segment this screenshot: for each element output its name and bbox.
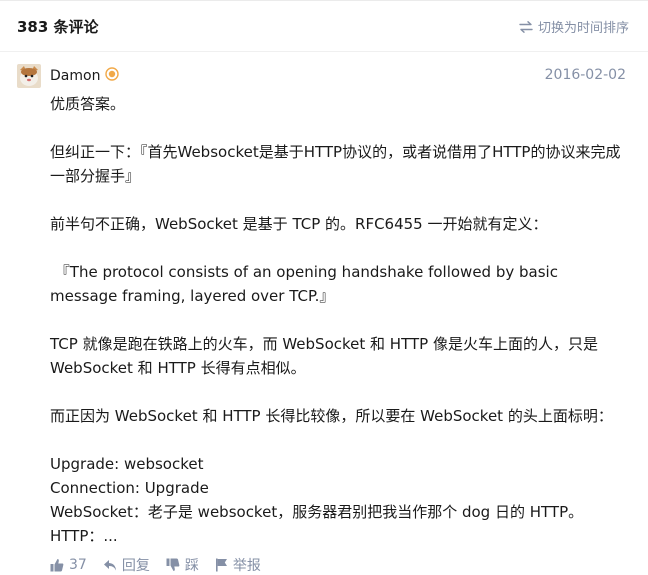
reply-label: 回复 [121, 558, 150, 574]
reply-icon [103, 559, 116, 570]
comment-line: 『The protocol consists of an opening han… [50, 263, 563, 305]
comment-date: 2016-02-02 [544, 67, 626, 83]
sort-toggle-label: 切换为时间排序 [537, 21, 629, 36]
thumbs-up-icon [50, 559, 64, 572]
comment-line: Connection: Upgrade [50, 479, 209, 497]
comment-actions: 37 回复 踩 举报 [50, 555, 277, 575]
comment-line: TCP 就像是跑在铁路上的火车，而 WebSocket 和 HTTP 像是火车上… [50, 335, 603, 377]
reply-button[interactable]: 回复 [103, 555, 150, 575]
comment-count: 383 条评论 [17, 18, 99, 36]
flag-icon [215, 558, 227, 572]
comment-line: HTTP：... [50, 527, 118, 545]
sort-toggle-button[interactable]: 切换为时间排序 [519, 17, 629, 36]
author-name: Damon [50, 68, 101, 84]
comment-line: Upgrade: websocket [50, 455, 204, 473]
report-label: 举报 [232, 558, 261, 574]
medal-icon [105, 67, 120, 85]
comment-line: 前半句不正确，WebSocket 是基于 TCP 的。RFC6455 一开始就有… [50, 215, 548, 233]
switch-icon [519, 20, 533, 33]
dislike-label: 踩 [184, 558, 199, 574]
thumbs-down-icon [166, 558, 180, 571]
comment-body: 优质答案。 但纠正一下：『首先Websocket是基于HTTP协议的，或者说借用… [50, 92, 630, 548]
comment-author[interactable]: Damon [50, 67, 120, 85]
avatar[interactable] [17, 64, 41, 88]
comment-line: WebSocket：老子是 websocket，服务器君别把我当作那个 dog … [50, 503, 584, 521]
comment-line: 优质答案。 [50, 95, 126, 113]
report-button[interactable]: 举报 [215, 555, 261, 575]
comment-line: 而正因为 WebSocket 和 HTTP 长得比较像，所以要在 WebSock… [50, 407, 613, 425]
comments-header: 383 条评论 切换为时间排序 [0, 0, 648, 52]
comment-line: 但纠正一下：『首先Websocket是基于HTTP协议的，或者说借用了HTTP的… [50, 143, 621, 185]
dislike-button[interactable]: 踩 [166, 555, 199, 575]
